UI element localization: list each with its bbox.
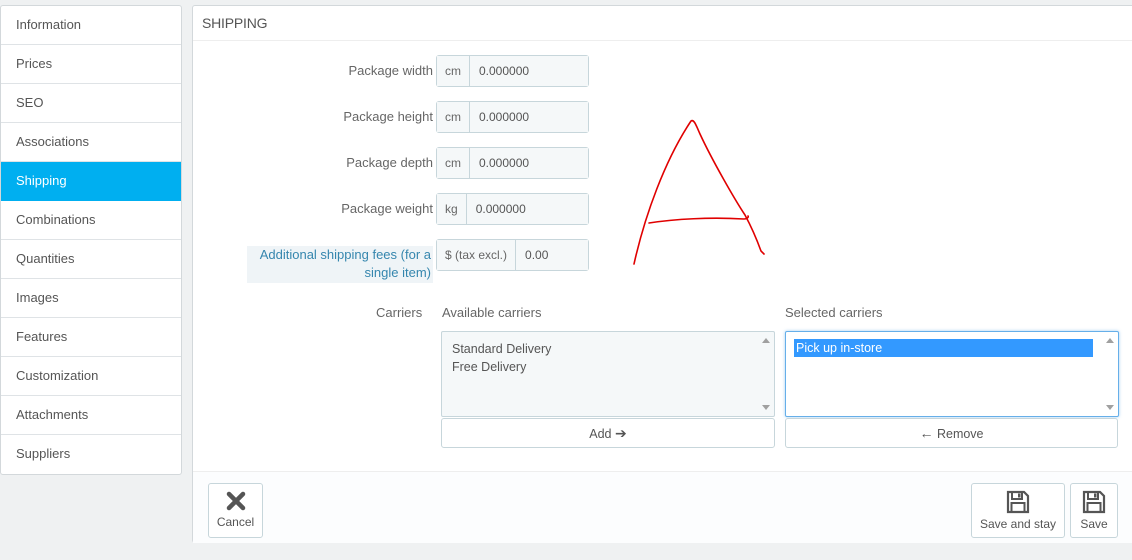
product-tabs-sidebar: Information Prices SEO Associations Ship… — [0, 5, 182, 475]
tab-combinations[interactable]: Combinations — [1, 201, 181, 240]
arrow-left-icon: ← — [919, 425, 934, 441]
remove-carrier-button[interactable]: ← Remove — [785, 418, 1118, 448]
carriers-label: Carriers — [376, 305, 423, 320]
tab-images[interactable]: Images — [1, 279, 181, 318]
unit-addon: cm — [437, 102, 470, 132]
tab-suppliers[interactable]: Suppliers — [1, 435, 181, 474]
available-carriers-list[interactable]: Standard Delivery Free Delivery — [441, 331, 775, 417]
cancel-label: Cancel — [216, 515, 255, 529]
floppy-disk-icon — [1082, 490, 1106, 514]
close-icon — [226, 491, 245, 511]
package-width-field[interactable]: cm 0.000000 — [436, 55, 589, 87]
panel-title: SHIPPING — [193, 6, 1132, 41]
remove-label: Remove — [936, 427, 984, 441]
scroll-down-icon[interactable] — [1106, 405, 1114, 410]
selected-carriers-list[interactable]: Pick up in-store — [785, 331, 1119, 417]
package-weight-label: Package weight — [341, 201, 433, 216]
tab-seo[interactable]: SEO — [1, 84, 181, 123]
package-height-field[interactable]: cm 0.000000 — [436, 101, 589, 133]
tab-shipping[interactable]: Shipping — [1, 162, 181, 201]
tab-quantities[interactable]: Quantities — [1, 240, 181, 279]
tab-associations[interactable]: Associations — [1, 123, 181, 162]
additional-fees-field[interactable]: $ (tax excl.) 0.00 — [436, 239, 589, 271]
package-weight-input[interactable]: 0.000000 — [466, 194, 588, 224]
additional-fees-label-line1: Additional shipping fees (for a — [259, 247, 431, 262]
save-and-stay-button[interactable]: Save and stay — [971, 483, 1065, 538]
list-item[interactable]: Pick up in-store — [794, 339, 1093, 357]
unit-addon: kg — [437, 194, 467, 224]
tab-customization[interactable]: Customization — [1, 357, 181, 396]
scroll-down-icon[interactable] — [762, 405, 770, 410]
package-depth-input[interactable]: 0.000000 — [470, 148, 588, 178]
package-depth-label: Package depth — [346, 155, 433, 170]
package-height-input[interactable]: 0.000000 — [470, 102, 588, 132]
list-item[interactable]: Free Delivery — [442, 358, 774, 376]
unit-addon: cm — [437, 56, 470, 86]
tab-prices[interactable]: Prices — [1, 45, 181, 84]
tab-information[interactable]: Information — [1, 6, 181, 45]
scrollbar[interactable] — [759, 333, 773, 415]
selected-carriers-title: Selected carriers — [785, 305, 883, 320]
currency-addon: $ (tax excl.) — [437, 240, 517, 270]
save-and-stay-label: Save and stay — [979, 517, 1057, 531]
panel-footer: Cancel Save and stay Save — [193, 471, 1132, 543]
package-width-label: Package width — [348, 63, 433, 78]
add-carrier-button[interactable]: Add ➔ — [441, 418, 775, 448]
shipping-panel: SHIPPING Package width cm 0.000000 Packa… — [192, 5, 1132, 543]
cancel-button[interactable]: Cancel — [208, 483, 263, 538]
package-depth-field[interactable]: cm 0.000000 — [436, 147, 589, 179]
package-width-input[interactable]: 0.000000 — [470, 56, 588, 86]
add-label: Add — [589, 427, 612, 441]
additional-fees-label[interactable]: Additional shipping fees (for a single i… — [247, 246, 433, 283]
save-button[interactable]: Save — [1070, 483, 1118, 538]
scrollbar[interactable] — [1103, 333, 1117, 415]
tab-attachments[interactable]: Attachments — [1, 396, 181, 435]
scroll-up-icon[interactable] — [762, 338, 770, 343]
list-item[interactable]: Standard Delivery — [442, 340, 774, 358]
package-weight-field[interactable]: kg 0.000000 — [436, 193, 589, 225]
unit-addon: cm — [437, 148, 470, 178]
available-carriers-title: Available carriers — [442, 305, 542, 320]
package-height-label: Package height — [343, 109, 433, 124]
additional-fees-input[interactable]: 0.00 — [516, 240, 588, 270]
floppy-disk-icon — [1006, 490, 1030, 514]
tab-features[interactable]: Features — [1, 318, 181, 357]
arrow-right-icon: ➔ — [615, 425, 627, 441]
save-label: Save — [1080, 517, 1108, 531]
scroll-up-icon[interactable] — [1106, 338, 1114, 343]
additional-fees-label-line2: single item) — [364, 265, 431, 280]
